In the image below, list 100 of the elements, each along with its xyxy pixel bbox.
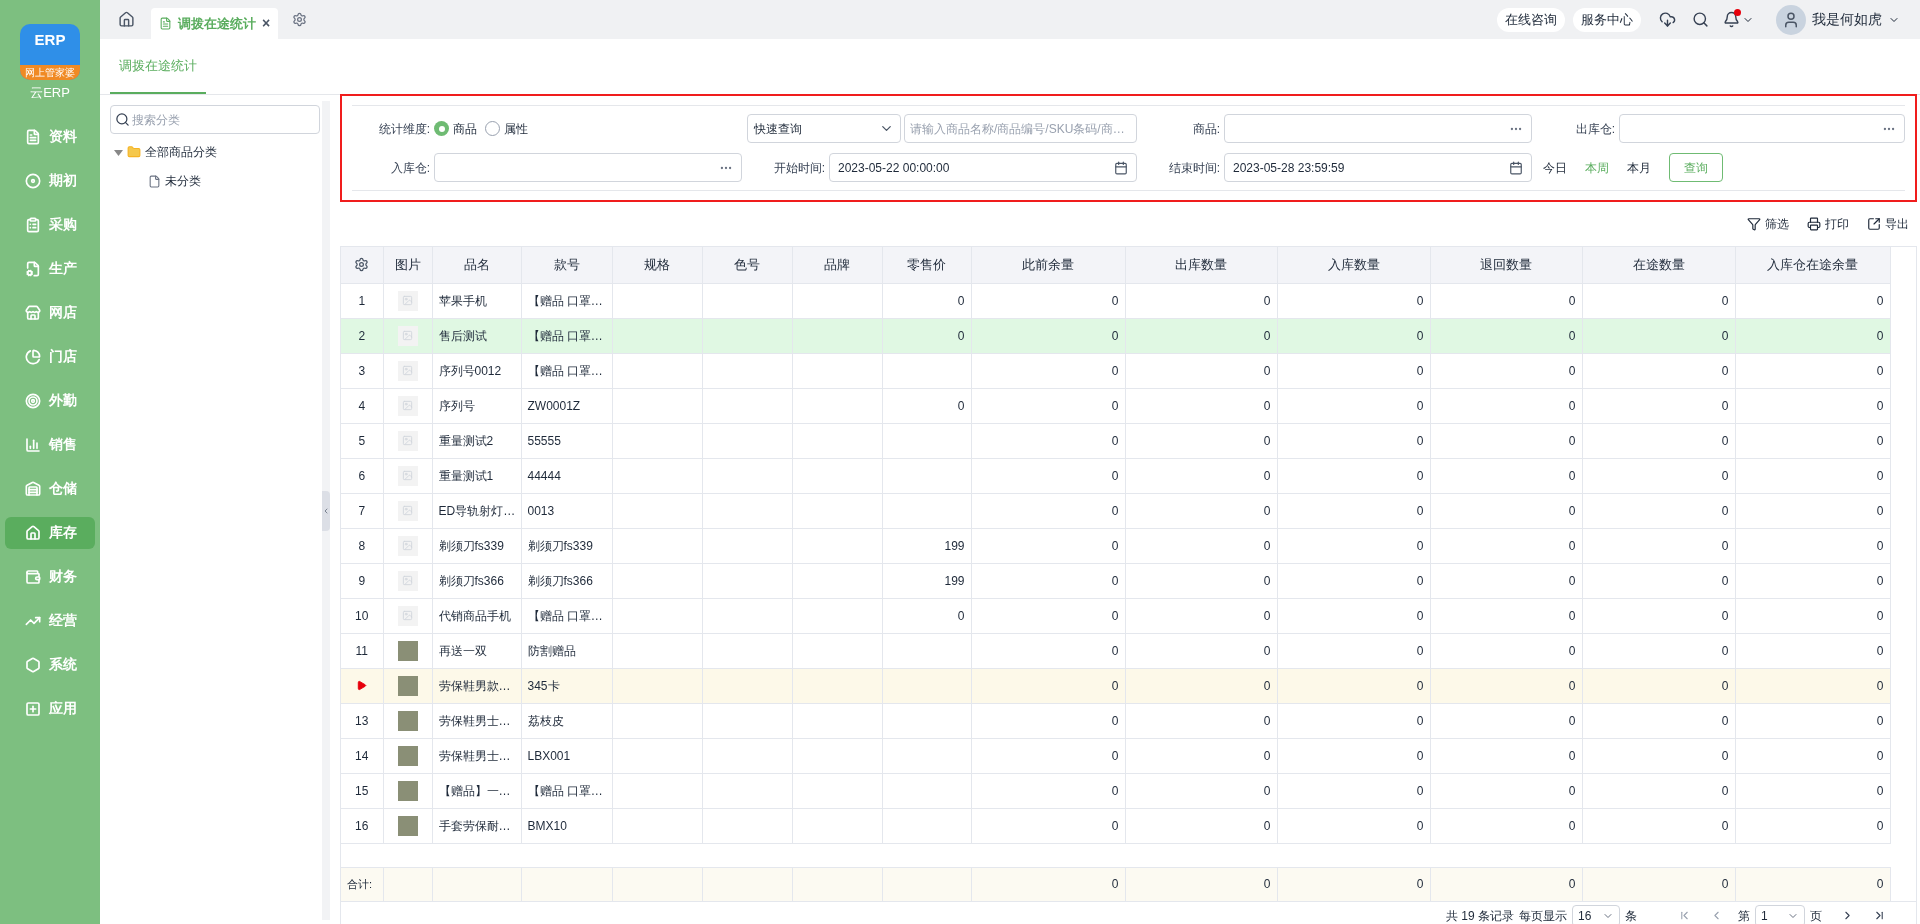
house-icon (25, 524, 41, 541)
photo-placeholder (397, 745, 418, 766)
image-placeholder-icon (397, 290, 418, 311)
header-link[interactable]: 在线咨询 (1497, 7, 1565, 32)
app-name: 云ERP (30, 84, 70, 102)
app-logo: ERP 网上管家婆 (20, 24, 80, 80)
warehouse-field[interactable] (434, 153, 742, 182)
table-row[interactable]: 3 序列号0012 【赠品 口罩… 0 0 0 0 0 0 (341, 353, 1890, 388)
total-cell: 0 (1430, 867, 1582, 901)
photo-placeholder (397, 815, 418, 836)
expand-triangle-icon[interactable] (114, 147, 123, 157)
document-icon (25, 128, 41, 145)
table-cell: 0 (1582, 808, 1735, 843)
calendar-icon[interactable] (1114, 160, 1128, 175)
total-cell: 0 (971, 867, 1125, 901)
file-icon (148, 174, 161, 188)
total-cell: 0 (1125, 867, 1277, 901)
hexagon-icon (25, 656, 41, 673)
page-size-label: 每页显示 (1519, 907, 1567, 924)
toolbar-button[interactable]: 导出 (1867, 215, 1909, 233)
table-row[interactable]: 1 苹果手机 【赠品 口罩… 0 0 0 0 0 0 0 (341, 283, 1890, 318)
image-placeholder-icon (397, 325, 418, 346)
row-number: 13 (355, 713, 369, 728)
printer-icon (1807, 217, 1821, 231)
total-cell: 0 (1582, 867, 1735, 901)
export-icon (1867, 217, 1881, 231)
settings-icon[interactable] (354, 257, 370, 273)
product-field[interactable] (1224, 114, 1532, 143)
bar-chart-icon (25, 436, 41, 453)
toolbar-button[interactable]: 打印 (1807, 215, 1849, 233)
page-size-select[interactable]: 16 (1572, 904, 1620, 924)
collapse-handle[interactable] (322, 490, 330, 531)
table-row[interactable]: 5 重量测试2 55555 0 0 0 0 0 0 (341, 423, 1890, 458)
close-button[interactable]: × (262, 13, 271, 34)
radio-icon[interactable] (485, 121, 500, 136)
clipboard-icon (25, 216, 41, 233)
tree-item[interactable]: 全部商品分类 (110, 140, 320, 164)
table-row[interactable]: 10 代销商品手机 【赠品 口罩… 0 0 0 0 0 0 0 (341, 598, 1890, 633)
table-cell: 0 (1277, 808, 1430, 843)
date-field[interactable]: 2023-05-28 23:59:59 (1224, 153, 1532, 182)
table-cell: 0 (1125, 808, 1277, 843)
first-page-icon[interactable] (1678, 909, 1691, 922)
table-row[interactable]: 4 序列号 ZW0001Z 0 0 0 0 0 0 0 (341, 388, 1890, 423)
warehouse-icon (25, 480, 41, 497)
tree-item[interactable]: 未分类 (110, 169, 320, 193)
table-row[interactable]: 11 再送一双 防割赠品 0 0 0 0 0 0 (341, 633, 1890, 668)
image-placeholder-icon (397, 535, 418, 556)
image-placeholder-icon (397, 570, 418, 591)
row-number: 9 (358, 573, 366, 588)
file-gear-icon (25, 260, 41, 277)
row-number: 1 (358, 293, 366, 308)
date-shortcut-link[interactable]: 本月 (1627, 158, 1651, 177)
page-tab[interactable]: 调拨在途统计 × (151, 8, 279, 39)
calendar-icon[interactable] (1509, 160, 1523, 175)
table-row[interactable]: 14 劳保鞋男士… LBX001 0 0 0 0 0 0 (341, 738, 1890, 773)
table-row[interactable]: 9 剃须刀fs366 剃须刀fs366 199 0 0 0 0 0 0 (341, 563, 1890, 598)
table-row[interactable]: 16 手套劳保耐… BMX10 0 0 0 0 0 0 (341, 808, 1890, 843)
table-row[interactable]: 15 【赠品】一… 【赠品 口罩… 0 0 0 0 0 0 (341, 773, 1890, 808)
dropdown[interactable]: 快速查询 (747, 114, 901, 143)
warehouse-field[interactable] (1619, 114, 1905, 143)
page-suffix: 页 (1810, 907, 1822, 924)
radio-icon[interactable] (434, 121, 449, 136)
avatar[interactable] (1776, 4, 1806, 35)
row-number: 16 (355, 818, 369, 833)
date-field[interactable]: 2023-05-22 00:00:00 (829, 153, 1137, 182)
row-number: 2 (358, 328, 366, 343)
toolbar-button[interactable]: 筛选 (1747, 215, 1789, 233)
row-number: 14 (355, 748, 369, 763)
date-shortcut-link[interactable]: 今日 (1543, 158, 1567, 177)
header-link[interactable]: 服务中心 (1573, 7, 1641, 32)
radio-option[interactable]: 商品 (434, 119, 477, 138)
row-number: 3 (358, 363, 366, 378)
table-row[interactable]: 7 ED导轨射灯… 0013 0 0 0 0 0 0 (341, 493, 1890, 528)
plus-square-icon (25, 700, 41, 717)
field-label: 商品: (1191, 120, 1220, 138)
bell-icon[interactable] (1723, 11, 1740, 28)
user-name[interactable]: 我是何如虎 (1812, 9, 1882, 30)
field-label: 开始时间: (772, 159, 825, 177)
page-size-unit: 条 (1625, 907, 1637, 924)
last-page-icon[interactable] (1873, 909, 1886, 922)
radio-option[interactable]: 属性 (485, 119, 528, 138)
row-number: 10 (355, 608, 369, 623)
image-placeholder-icon (397, 395, 418, 416)
table-row[interactable]: 8 剃须刀fs339 剃须刀fs339 199 0 0 0 0 0 0 (341, 528, 1890, 563)
field-label: 统计维度: (377, 120, 430, 138)
search-icon[interactable] (1692, 11, 1709, 28)
table-row[interactable]: 2 售后测试 【赠品 口罩… 0 0 0 0 0 0 0 (341, 318, 1890, 353)
filter-icon (1747, 217, 1761, 231)
table-cell: 0 (971, 808, 1125, 843)
table-row[interactable]: 13 劳保鞋男士… 荔枝皮 0 0 0 0 0 0 (341, 703, 1890, 738)
settings-icon[interactable] (292, 12, 308, 27)
row-number: 7 (358, 503, 366, 518)
disc-icon (25, 172, 41, 189)
folder-icon (127, 145, 141, 159)
page-select[interactable]: 1 (1755, 904, 1805, 924)
image-placeholder-icon (397, 500, 418, 521)
cloud-download-icon[interactable] (1659, 11, 1676, 28)
table-row[interactable]: 劳保鞋男款… 345卡 0 0 0 0 0 0 (341, 668, 1890, 703)
home-icon[interactable] (118, 11, 135, 28)
table-row[interactable]: 6 重量测试1 44444 0 0 0 0 0 0 (341, 458, 1890, 493)
